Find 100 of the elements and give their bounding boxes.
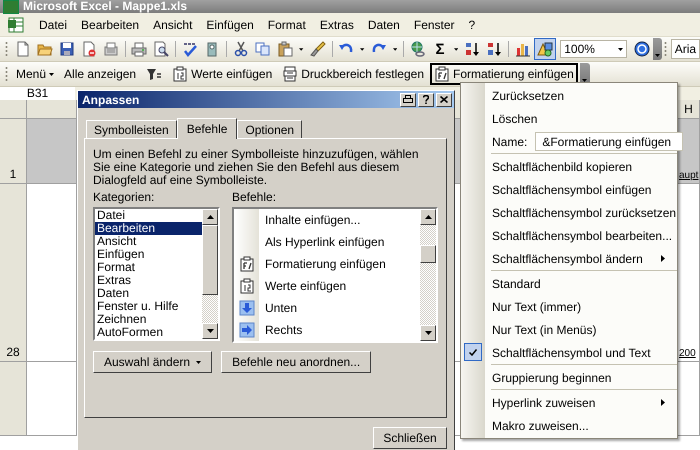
menu-item[interactable]: Extras: [312, 16, 361, 34]
menu-item[interactable]: Standard: [461, 272, 677, 295]
list-item[interactable]: Einfügen: [95, 248, 202, 261]
list-item[interactable]: Inhalte einfügen...: [265, 213, 360, 227]
column-header[interactable]: H: [678, 100, 700, 119]
help-icon: [634, 41, 650, 57]
tab[interactable]: Befehle: [176, 118, 238, 139]
menu-item[interactable]: Schaltflächensymbol und Text: [461, 341, 677, 364]
scroll-down-button[interactable]: [202, 323, 218, 339]
row-header[interactable]: 28: [0, 184, 27, 362]
menu-item[interactable]: ?: [462, 16, 482, 34]
toolbar-options-button[interactable]: [653, 38, 662, 60]
menu-item[interactable]: Nur Text (in Menüs): [461, 318, 677, 341]
list-item[interactable]: Als Hyperlink einfügen: [265, 235, 384, 249]
menu-item[interactable]: Einfügen: [199, 16, 261, 34]
name-field[interactable]: &Formatierung einfügen: [535, 132, 684, 151]
chevron-icon: [655, 54, 660, 57]
commands-list[interactable]: Inhalte einfügen... Als Hyperlink einfügen Formatierung einfügen Werte einfügen Unten Rechts: [232, 207, 438, 343]
page-with-magnifier-icon: [153, 41, 170, 57]
chevron-icon: [582, 79, 588, 82]
toolbar-grip[interactable]: [5, 41, 8, 57]
list-item[interactable]: Daten: [95, 287, 202, 300]
list-item[interactable]: Extras: [95, 274, 202, 287]
menu-item[interactable]: Makro zuweisen...: [461, 414, 677, 437]
categories-list[interactable]: Datei Bearbeiten Ansicht Einfügen Format Extras Daten Fenster u. Hilfe Zeichnen AutoFormen: [93, 207, 220, 341]
menu-item[interactable]: Schaltflächensymbol zurücksetzen: [461, 201, 677, 224]
scrollbar[interactable]: [202, 209, 218, 339]
printer-icon: [131, 41, 148, 57]
page-stack-icon: [282, 66, 298, 82]
list-item[interactable]: Bearbeiten: [95, 222, 202, 235]
sort-descending-icon: [486, 41, 502, 57]
scrollbar[interactable]: [420, 209, 436, 341]
list-item[interactable]: Rechts: [265, 323, 302, 337]
dialog-button[interactable]: Auswahl ändern: [93, 351, 212, 373]
shapes-button[interactable]: [534, 38, 556, 60]
list-item[interactable]: Formatierung einfügen: [265, 257, 386, 271]
scroll-down-button[interactable]: [420, 325, 436, 341]
list-item[interactable]: Unten: [265, 301, 298, 315]
globe-icon: [410, 41, 426, 57]
shapes-icon: [537, 41, 554, 57]
close-dialog-button[interactable]: Schließen: [373, 427, 447, 449]
commands-label: Befehle:: [232, 190, 278, 204]
menu-item[interactable]: Zurücksetzen: [461, 84, 677, 107]
list-item[interactable]: AutoFormen: [95, 326, 202, 339]
scroll-up-button[interactable]: [202, 209, 218, 225]
up-arrow-icon: [424, 215, 432, 219]
caret-icon: [360, 48, 365, 50]
help-icon: [423, 95, 429, 104]
list-item[interactable]: Fenster u. Hilfe: [95, 300, 202, 313]
scroll-thumb[interactable]: [420, 245, 436, 263]
zoom-combo-box[interactable]: 100%: [560, 40, 628, 58]
menu-item[interactable]: Schaltflächensymbol bearbeiten...: [461, 224, 677, 247]
name-box[interactable]: B31: [0, 87, 75, 100]
menu-item[interactable]: Löschen: [461, 107, 677, 130]
dialog-button[interactable]: Befehle neu anordnen...: [221, 351, 372, 373]
menu-item[interactable]: Fenster: [406, 16, 462, 34]
menu-item[interactable]: Gruppierung beginnen: [461, 366, 677, 389]
table-cell: [27, 119, 77, 184]
tab[interactable]: Symbolleisten: [86, 120, 177, 138]
paintbrush-icon: [310, 41, 326, 57]
menu-item[interactable]: Schaltflächensymbol ändern: [461, 247, 677, 270]
menu-item[interactable]: Ansicht: [146, 16, 200, 34]
menu-item[interactable]: Bearbeiten: [74, 16, 146, 34]
blank-page-icon: [14, 41, 31, 57]
clipboard-icon: [238, 256, 254, 272]
funnel-icon: [146, 66, 162, 82]
scroll-up-button[interactable]: [420, 209, 436, 225]
tab[interactable]: Optionen: [237, 120, 302, 138]
list-item[interactable]: Werte einfügen: [265, 279, 346, 293]
close-button[interactable]: [436, 92, 452, 106]
toolbar-grip[interactable]: [664, 41, 667, 57]
toolbar-button[interactable]: Werte einfügen: [168, 63, 276, 85]
menu-item[interactable]: Schaltflächensymbol einfügen: [461, 178, 677, 201]
row-header[interactable]: 1: [0, 119, 27, 184]
list-item[interactable]: Format: [95, 261, 202, 274]
menu-item[interactable]: Daten: [360, 16, 407, 34]
categories-label: Kategorien:: [93, 190, 156, 204]
menu-item[interactable]: Hyperlink zuweisen: [461, 391, 677, 414]
menu-item[interactable]: Nur Text (immer): [461, 295, 677, 318]
menu-item[interactable]: Schaltflächenbild kopieren: [461, 155, 677, 178]
font-combo-box[interactable]: Aria: [670, 39, 700, 59]
list-item[interactable]: Ansicht: [95, 235, 202, 248]
print-button[interactable]: [400, 92, 416, 106]
caret-icon: [454, 48, 458, 50]
sum-button[interactable]: Σ: [429, 38, 452, 60]
menu-dropdown-button[interactable]: Menü: [12, 63, 58, 85]
list-item[interactable]: Datei: [95, 209, 202, 222]
toolbar-button[interactable]: Alle anzeigen: [60, 63, 140, 85]
up-arrow-icon: [206, 215, 214, 219]
help-button[interactable]: [418, 92, 434, 106]
table-cell: aupt: [678, 119, 700, 184]
close-icon: [440, 96, 448, 103]
toolbar-grip[interactable]: [5, 66, 8, 82]
menu-item[interactable]: Datei: [32, 16, 74, 34]
calendar-icon: [172, 66, 188, 82]
scroll-thumb[interactable]: [202, 225, 218, 295]
toolbar-button[interactable]: Druckbereich festlegen: [278, 63, 428, 85]
list-item[interactable]: Zeichnen: [95, 313, 202, 326]
scissors-icon: [233, 41, 250, 57]
menu-item[interactable]: Format: [260, 16, 313, 34]
